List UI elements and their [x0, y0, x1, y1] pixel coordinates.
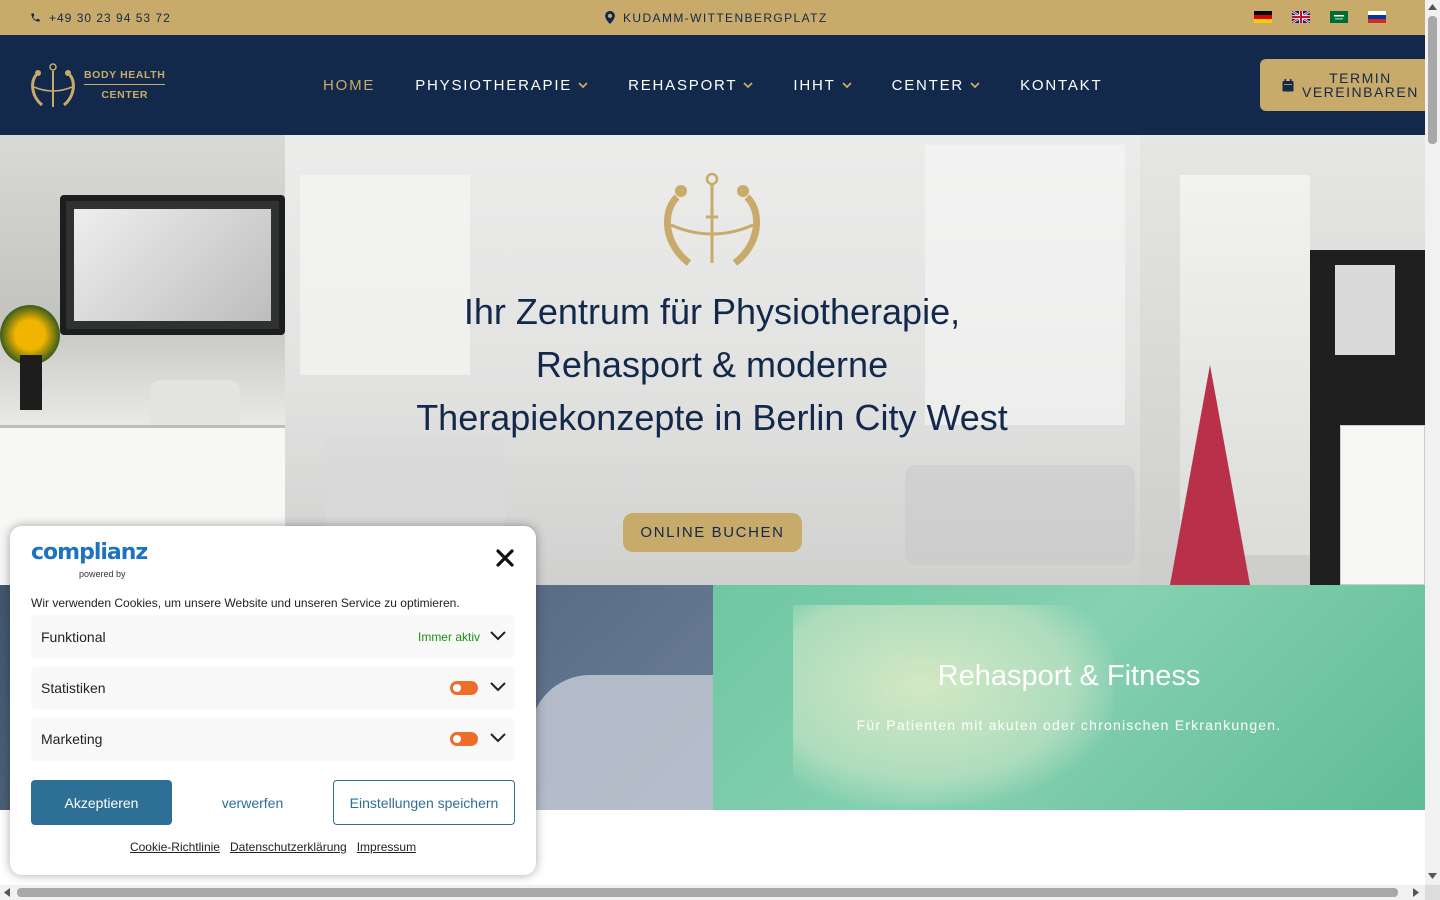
- nav-item-physiotherapie[interactable]: PHYSIOTHERAPIE: [415, 77, 588, 94]
- chevron-down-icon: [841, 81, 852, 88]
- cta-line1: TERMIN: [1329, 70, 1392, 86]
- hero-image-right: [1140, 135, 1425, 585]
- chevron-down-icon: [743, 81, 754, 88]
- hero-title: Ihr Zentrum für Physiotherapie, Rehaspor…: [416, 291, 1008, 438]
- tile-title: Rehasport & Fitness: [937, 660, 1201, 692]
- termin-vereinbaren-button[interactable]: TERMIN VEREINBAREN: [1260, 59, 1430, 111]
- complianz-logo: complianz powered by: [31, 540, 148, 579]
- cta-line2: VEREINBAREN: [1302, 84, 1419, 100]
- deny-button[interactable]: verwerfen: [182, 780, 323, 825]
- chevron-down-icon: [578, 81, 588, 88]
- scroll-down-icon[interactable]: [1428, 873, 1437, 879]
- nav-item-label: PHYSIOTHERAPIE: [415, 76, 573, 94]
- towel-shape: [530, 675, 713, 810]
- logo-line2: CENTER: [101, 89, 149, 101]
- always-active-label: Immer aktiv: [417, 630, 480, 644]
- complianz-brand: complianz: [31, 540, 148, 565]
- nav-item-center[interactable]: CENTER: [892, 77, 980, 94]
- tile-subtitle: Für Patienten mit akuten oder chronische…: [856, 717, 1282, 733]
- ru-flag-icon[interactable]: [1368, 11, 1386, 23]
- phone-icon: [31, 13, 40, 22]
- marketing-toggle[interactable]: [450, 732, 478, 746]
- hero-content: Ihr Zentrum für Physiotherapie, Rehaspor…: [285, 135, 1140, 585]
- powered-by-text: powered by: [79, 569, 126, 579]
- scroll-corner: [1425, 885, 1440, 900]
- chevron-down-icon[interactable]: [489, 732, 507, 744]
- de-flag-icon[interactable]: [1254, 11, 1272, 23]
- scroll-left-icon[interactable]: [4, 888, 10, 897]
- scroll-up-icon[interactable]: [1428, 4, 1437, 10]
- map-pin-icon: [605, 11, 615, 24]
- chevron-down-icon[interactable]: [489, 630, 507, 642]
- nav-item-label: HOME: [323, 76, 376, 94]
- nav-item-label: CENTER: [891, 76, 965, 94]
- monitor-shape: [60, 195, 285, 335]
- location-text: KUDAMM-WITTENBERGPLATZ: [623, 10, 828, 25]
- language-switcher: [1254, 11, 1386, 23]
- hero-section: Ihr Zentrum für Physiotherapie, Rehaspor…: [0, 135, 1425, 585]
- chevron-down-icon: [970, 81, 980, 88]
- scroll-right-icon[interactable]: [1413, 888, 1419, 897]
- logo-emblem-icon: [31, 63, 75, 107]
- phone-number: +49 30 23 94 53 72: [49, 10, 171, 25]
- save-preferences-button[interactable]: Einstellungen speichern: [333, 780, 515, 825]
- tile-rehasport[interactable]: Rehasport & Fitness Für Patienten mit ak…: [713, 585, 1425, 810]
- category-name: Funktional: [41, 629, 106, 645]
- site-logo[interactable]: BODY HEALTH CENTER: [28, 61, 166, 109]
- cta-text: TERMIN VEREINBAREN: [1302, 71, 1419, 99]
- hero-image-left: [0, 135, 285, 585]
- gb-flag-icon[interactable]: [1292, 11, 1310, 23]
- hero-logo-emblem-icon: [663, 172, 761, 266]
- nav-item-label: REHASPORT: [628, 76, 738, 94]
- accept-button[interactable]: Akzeptieren: [31, 780, 172, 825]
- person-shape: [793, 605, 1113, 805]
- main-header: BODY HEALTH CENTER HOME PHYSIOTHERAPIE R…: [0, 35, 1430, 135]
- imprint-link[interactable]: Impressum: [357, 840, 416, 854]
- main-nav: HOME PHYSIOTHERAPIE REHASPORT IHHT CENTE…: [323, 35, 1142, 135]
- phone-link[interactable]: +49 30 23 94 53 72: [30, 0, 171, 35]
- category-funktional[interactable]: Funktional Immer aktiv: [31, 615, 515, 659]
- category-marketing[interactable]: Marketing: [31, 717, 515, 761]
- horizontal-scrollbar[interactable]: [0, 885, 1425, 900]
- top-bar: +49 30 23 94 53 72 KUDAMM-WITTENBERGPLAT…: [0, 0, 1425, 35]
- statistiken-toggle[interactable]: [450, 681, 478, 695]
- privacy-policy-link[interactable]: Datenschutzerklärung: [230, 840, 347, 854]
- cookie-consent-banner: complianz powered by Wir verwenden Cooki…: [10, 526, 536, 875]
- nav-item-label: IHHT: [793, 76, 836, 94]
- cookie-message: Wir verwenden Cookies, um unsere Website…: [31, 596, 460, 610]
- nav-item-ihht[interactable]: IHHT: [793, 76, 852, 94]
- category-name: Marketing: [41, 731, 103, 747]
- close-icon[interactable]: [494, 547, 516, 569]
- vertical-scroll-thumb[interactable]: [1428, 16, 1437, 144]
- horizontal-scroll-thumb[interactable]: [17, 888, 1398, 897]
- calendar-icon: [1282, 78, 1294, 91]
- nav-item-kontakt[interactable]: KONTAKT: [1020, 77, 1102, 94]
- cookie-policy-link[interactable]: Cookie-Richtlinie: [130, 840, 220, 854]
- nav-item-home[interactable]: HOME: [323, 77, 375, 94]
- cookie-links: Cookie-Richtlinie Datenschutzerklärung I…: [10, 840, 536, 854]
- vase-shape: [20, 355, 42, 410]
- sa-flag-icon[interactable]: [1330, 11, 1348, 23]
- online-buchen-button[interactable]: ONLINE BUCHEN: [623, 513, 802, 552]
- category-statistiken[interactable]: Statistiken: [31, 666, 515, 710]
- logo-line1: BODY HEALTH: [84, 69, 166, 85]
- category-name: Statistiken: [41, 680, 106, 696]
- nav-item-label: KONTAKT: [1020, 76, 1103, 94]
- chevron-down-icon[interactable]: [489, 681, 507, 693]
- nav-item-rehasport[interactable]: REHASPORT: [628, 76, 754, 94]
- logo-text: BODY HEALTH CENTER: [84, 69, 166, 101]
- vertical-scrollbar[interactable]: [1425, 0, 1440, 885]
- location-link[interactable]: KUDAMM-WITTENBERGPLATZ: [605, 0, 828, 35]
